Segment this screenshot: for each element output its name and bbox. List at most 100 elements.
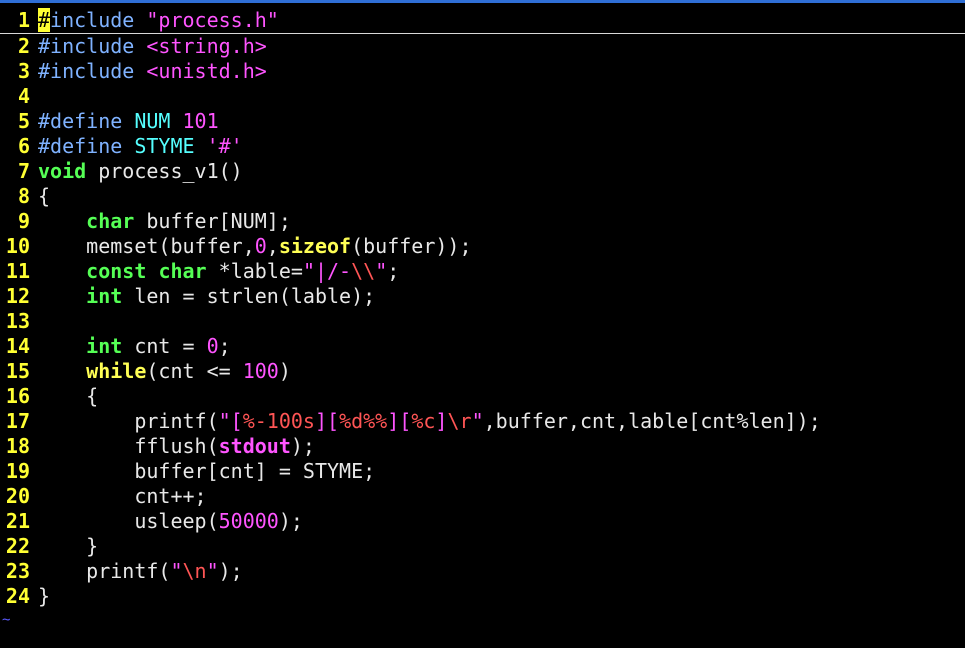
code-token: while (86, 359, 147, 383)
code-line[interactable]: 13 (0, 309, 965, 334)
line-number: 21 (5, 509, 30, 533)
code-line[interactable]: 10 memset(buffer,0,sizeof(buffer)); (0, 234, 965, 259)
line-code[interactable]: int len = strlen(lable); (38, 284, 375, 309)
code-token: const (86, 259, 147, 283)
code-token: printf( (38, 409, 219, 433)
code-line[interactable]: 5 #define NUM 101 (0, 109, 965, 134)
code-token: ][ (314, 409, 340, 433)
code-token: stdout (218, 434, 291, 458)
code-token: #include (38, 59, 147, 83)
code-line[interactable]: 6 #define STYME '#' (0, 134, 965, 159)
line-number: 3 (17, 59, 30, 83)
code-line[interactable]: 4 (0, 84, 965, 109)
empty-line-marker: ~ (2, 612, 11, 628)
line-number: 20 (5, 484, 30, 508)
line-code[interactable]: memset(buffer,0,sizeof(buffer)); (38, 234, 472, 259)
code-line[interactable]: 1 #include "process.h" (0, 8, 965, 34)
code-line[interactable]: 11 const char *lable="|/-\\"; (0, 259, 965, 284)
line-code[interactable]: #include <unistd.h> (38, 59, 267, 84)
line-number: 19 (5, 459, 30, 483)
line-number: 16 (5, 384, 30, 408)
code-editor[interactable]: 1 #include "process.h" 2 #include <string.h… (0, 8, 965, 609)
code-token: STYME (134, 134, 207, 158)
line-code[interactable]: #include <string.h> (38, 34, 267, 59)
line-code[interactable]: } (38, 534, 98, 559)
line-code[interactable]: fflush(stdout); (38, 434, 315, 459)
code-line[interactable]: 17 printf("[%-100s][%d%%][%c]\r",buffer,… (0, 409, 965, 434)
line-code[interactable]: char buffer[NUM]; (38, 209, 291, 234)
code-token: %d%% (339, 409, 388, 433)
line-code[interactable]: #define STYME '#' (38, 134, 243, 159)
code-token: } (38, 534, 99, 558)
code-line[interactable]: 3 #include <unistd.h> (0, 59, 965, 84)
code-token: ; (387, 259, 400, 283)
code-line[interactable]: 15 while(cnt <= 100) (0, 359, 965, 384)
window-top-border (0, 0, 965, 3)
line-code[interactable]: int cnt = 0; (38, 334, 231, 359)
code-line[interactable]: 2 #include <string.h> (0, 34, 965, 59)
line-number: 2 (17, 34, 30, 58)
code-line[interactable]: 23 printf("\n"); (0, 559, 965, 584)
code-token: memset(buffer, (38, 234, 255, 258)
code-token: buffer[NUM]; (134, 209, 291, 233)
code-token: cnt++; (38, 484, 207, 508)
code-token: fflush( (38, 434, 219, 458)
code-line[interactable]: 21 usleep(50000); (0, 509, 965, 534)
code-token: ); (290, 434, 315, 458)
line-code[interactable]: printf("\n"); (38, 559, 243, 584)
code-token: <unistd.h> (146, 59, 267, 83)
line-code[interactable]: buffer[cnt] = STYME; (38, 459, 375, 484)
line-code[interactable]: } (38, 584, 50, 609)
line-code[interactable]: { (38, 184, 50, 209)
line-number: 15 (5, 359, 30, 383)
code-token: sizeof (278, 234, 352, 258)
line-number: 11 (5, 259, 30, 283)
code-line[interactable]: 14 int cnt = 0; (0, 334, 965, 359)
line-number: 12 (5, 284, 30, 308)
code-line[interactable]: 18 fflush(stdout); (0, 434, 965, 459)
code-line[interactable]: 24} (0, 584, 965, 609)
code-line[interactable]: 9 char buffer[NUM]; (0, 209, 965, 234)
code-token: (buffer)); (351, 234, 472, 258)
code-token: ] (435, 409, 448, 433)
code-token: "|/- (302, 259, 352, 283)
line-code[interactable]: cnt++; (38, 484, 207, 509)
line-code[interactable]: usleep(50000); (38, 509, 303, 534)
line-code[interactable]: while(cnt <= 100) (38, 359, 291, 384)
code-token: NUM (134, 109, 183, 133)
line-code[interactable]: { (38, 384, 98, 409)
code-line[interactable]: 19 buffer[cnt] = STYME; (0, 459, 965, 484)
line-code[interactable]: printf("[%-100s][%d%%][%c]\r",buffer,cnt… (38, 409, 820, 434)
code-token: 0 (206, 334, 219, 358)
code-line[interactable]: 7 void process_v1() (0, 159, 965, 184)
code-token: " (471, 409, 484, 433)
line-code[interactable]: #define NUM 101 (38, 109, 219, 134)
line-number: 23 (5, 559, 30, 583)
code-token: ) (278, 359, 291, 383)
line-code[interactable]: #include "process.h" (38, 8, 279, 33)
line-code[interactable]: void process_v1() (38, 159, 243, 184)
code-token: buffer[cnt] = STYME; (38, 459, 376, 483)
line-number: 13 (5, 309, 30, 333)
line-number: 6 (17, 134, 30, 158)
code-token: ; (218, 334, 231, 358)
code-token: ); (218, 559, 243, 583)
code-line[interactable]: 12 int len = strlen(lable); (0, 284, 965, 309)
code-line[interactable]: 16 { (0, 384, 965, 409)
code-token: len = strlen(lable); (122, 284, 376, 308)
line-code[interactable]: const char *lable="|/-\\"; (38, 259, 399, 284)
line-number: 9 (17, 209, 30, 233)
code-line[interactable]: 20 cnt++; (0, 484, 965, 509)
code-token: " (375, 259, 388, 283)
code-line[interactable]: 8{ (0, 184, 965, 209)
line-number: 24 (5, 584, 30, 608)
code-token: char (158, 259, 207, 283)
line-number: 1 (17, 8, 30, 32)
code-line[interactable]: 22 } (0, 534, 965, 559)
code-token: usleep( (38, 509, 219, 533)
code-token: '#' (206, 134, 243, 158)
code-token: #define (38, 134, 135, 158)
